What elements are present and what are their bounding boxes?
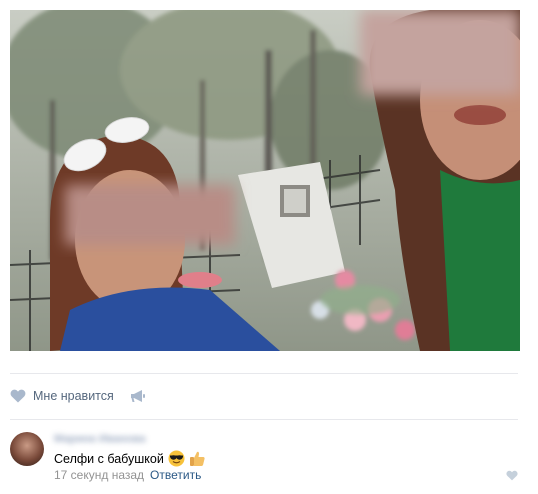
sunglasses-emoji-icon bbox=[168, 450, 185, 467]
comments-divider bbox=[10, 419, 518, 420]
thumbs-up-emoji-icon bbox=[189, 451, 205, 466]
comment-time[interactable]: 17 секунд назад bbox=[54, 468, 144, 482]
comment-item: Марина Иванова Селфи с бабушкой 17 секун… bbox=[10, 430, 518, 486]
like-button[interactable]: Мне нравится bbox=[10, 389, 114, 403]
comment-author[interactable]: Марина Иванова bbox=[54, 433, 145, 445]
comment-text-row: Селфи с бабушкой bbox=[54, 450, 206, 467]
reply-link[interactable]: Ответить bbox=[150, 468, 201, 482]
like-label: Мне нравится bbox=[33, 389, 114, 403]
post-photo[interactable] bbox=[10, 10, 520, 351]
comment-text: Селфи с бабушкой bbox=[54, 451, 164, 466]
post-actions: Мне нравится bbox=[10, 384, 146, 408]
comment-meta: 17 секунд назад Ответить bbox=[54, 468, 201, 482]
megaphone-icon[interactable] bbox=[130, 389, 146, 403]
heart-icon bbox=[10, 389, 26, 403]
post-divider bbox=[10, 373, 518, 374]
heart-icon[interactable] bbox=[506, 470, 518, 481]
avatar[interactable] bbox=[10, 432, 44, 466]
